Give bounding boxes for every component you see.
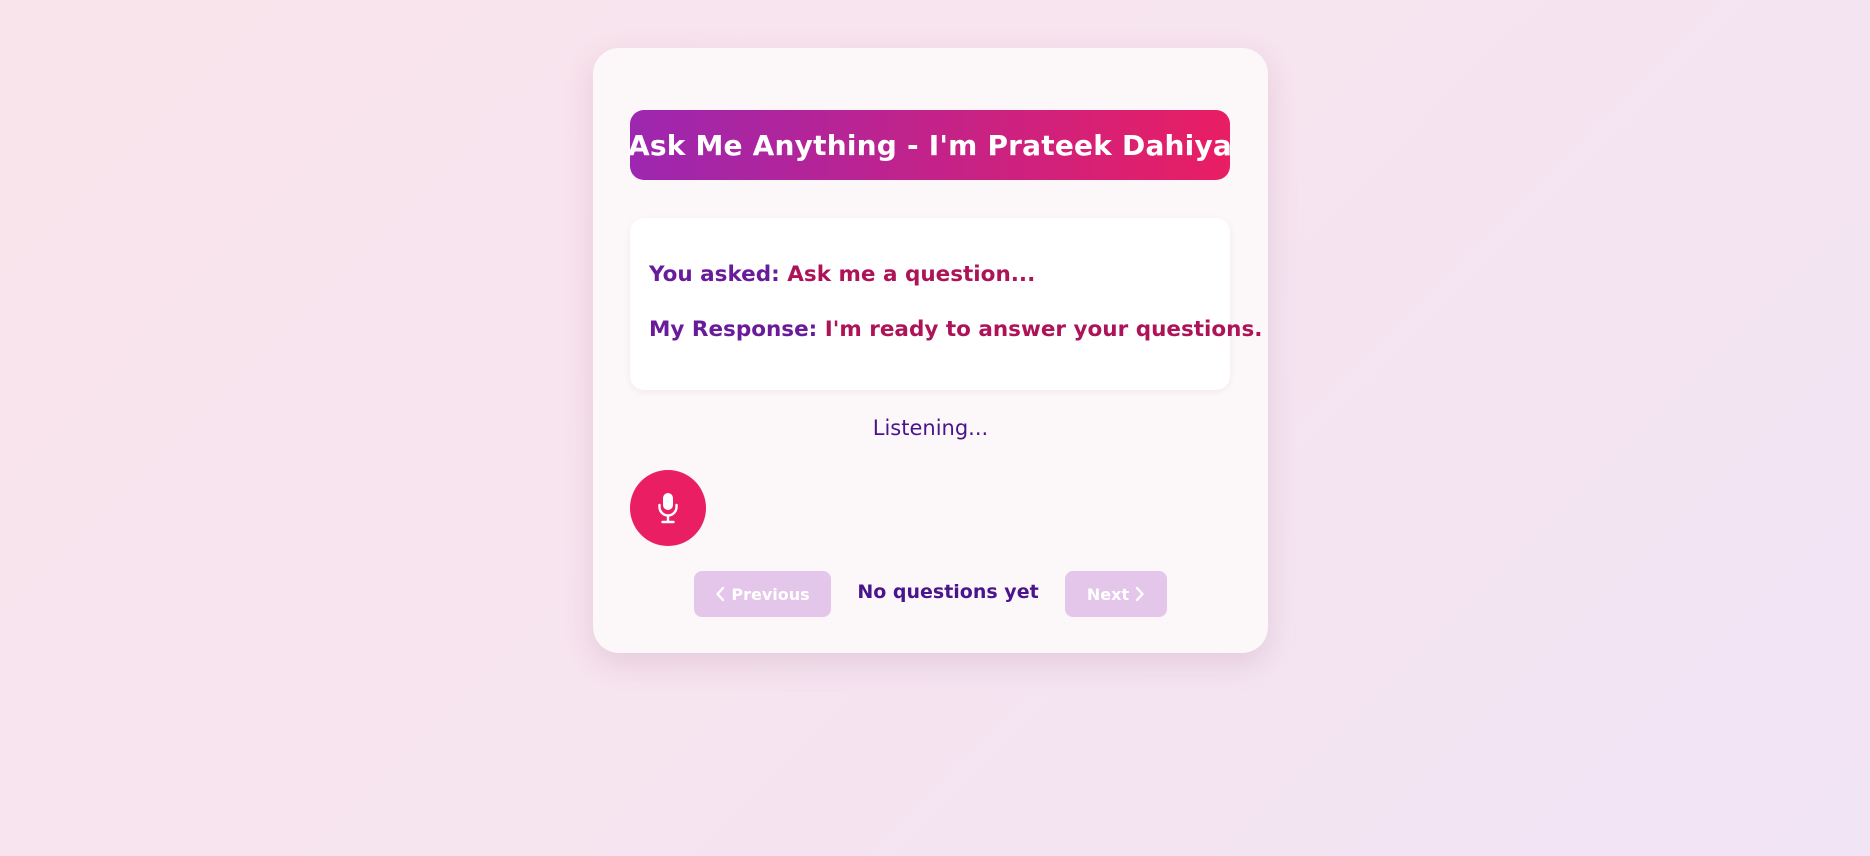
- response-label: My Response:: [649, 317, 818, 342]
- question-text: Ask me a question...: [787, 262, 1036, 287]
- previous-button[interactable]: Previous: [694, 571, 831, 617]
- question-label: You asked:: [649, 262, 780, 287]
- next-button-label: Next: [1086, 584, 1130, 604]
- response-line: My Response: I'm ready to answer your qu…: [649, 317, 1262, 342]
- previous-button-label: Previous: [731, 584, 810, 604]
- conversation-panel: You asked: Ask me a question... My Respo…: [630, 218, 1262, 390]
- microphone-button[interactable]: [630, 470, 706, 546]
- listening-status: Listening...: [872, 416, 989, 440]
- question-counter: No questions yet: [857, 581, 1039, 603]
- response-text: I'm ready to answer your questions.: [824, 317, 1263, 342]
- chevron-left-icon: [715, 586, 725, 602]
- next-button[interactable]: Next: [1065, 571, 1167, 617]
- chevron-right-icon: [1135, 586, 1145, 602]
- page-title: Ask Me Anything - I'm Prateek Dahiya: [627, 110, 1233, 180]
- microphone-icon: [657, 492, 679, 524]
- page-title-text: Ask Me Anything - I'm Prateek Dahiya: [627, 128, 1233, 162]
- question-line: You asked: Ask me a question...: [649, 262, 1035, 287]
- main-card: Ask Me Anything - I'm Prateek Dahiya You…: [593, 48, 1268, 653]
